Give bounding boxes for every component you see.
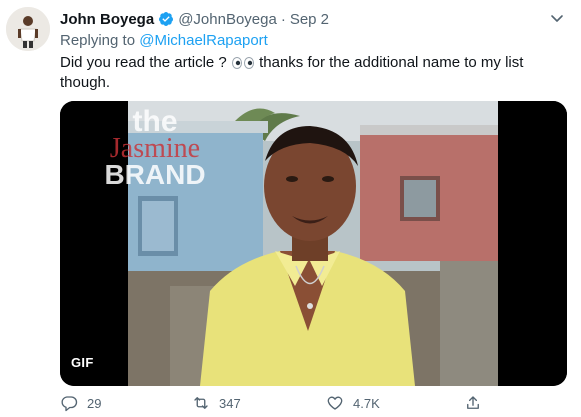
gif-media[interactable]: the Jasmine BRAND (60, 101, 567, 386)
tweet-header: John Boyega @JohnBoyega · Sep 2 (60, 9, 329, 29)
header-separator: · (280, 10, 286, 28)
retweet-count: 347 (219, 395, 241, 411)
eyes-emoji-icon (231, 57, 254, 70)
author-name[interactable]: John Boyega (60, 11, 154, 28)
avatar[interactable] (6, 7, 50, 51)
action-bar: 29 347 4.7K (60, 394, 567, 414)
tweet-text-part1: Did you read the article ? (60, 54, 227, 71)
author-handle[interactable]: @JohnBoyega (178, 11, 277, 28)
reply-button[interactable]: 29 (60, 394, 101, 412)
tweet-date[interactable]: Sep 2 (290, 11, 329, 28)
chevron-down-icon[interactable] (549, 10, 565, 26)
heart-icon (327, 396, 343, 410)
retweet-icon (194, 397, 208, 409)
share-button[interactable] (464, 394, 491, 412)
reply-icon (61, 396, 78, 412)
retweet-button[interactable]: 347 (192, 394, 241, 412)
gif-badge: GIF (71, 355, 94, 370)
replying-to-label: Replying to (60, 32, 136, 49)
media-watermark: the Jasmine BRAND (80, 107, 230, 189)
replying-to-line: Replying to @MichaelRapaport (60, 32, 268, 49)
replying-to-mention[interactable]: @MichaelRapaport (139, 32, 268, 49)
tweet-text: Did you read the article ? thanks for th… (60, 53, 560, 93)
like-button[interactable]: 4.7K (326, 394, 380, 412)
like-count: 4.7K (353, 395, 380, 411)
verified-badge-icon (159, 12, 174, 26)
share-icon (467, 396, 479, 409)
reply-count: 29 (87, 395, 102, 411)
watermark-line-3: BRAND (104, 159, 206, 190)
